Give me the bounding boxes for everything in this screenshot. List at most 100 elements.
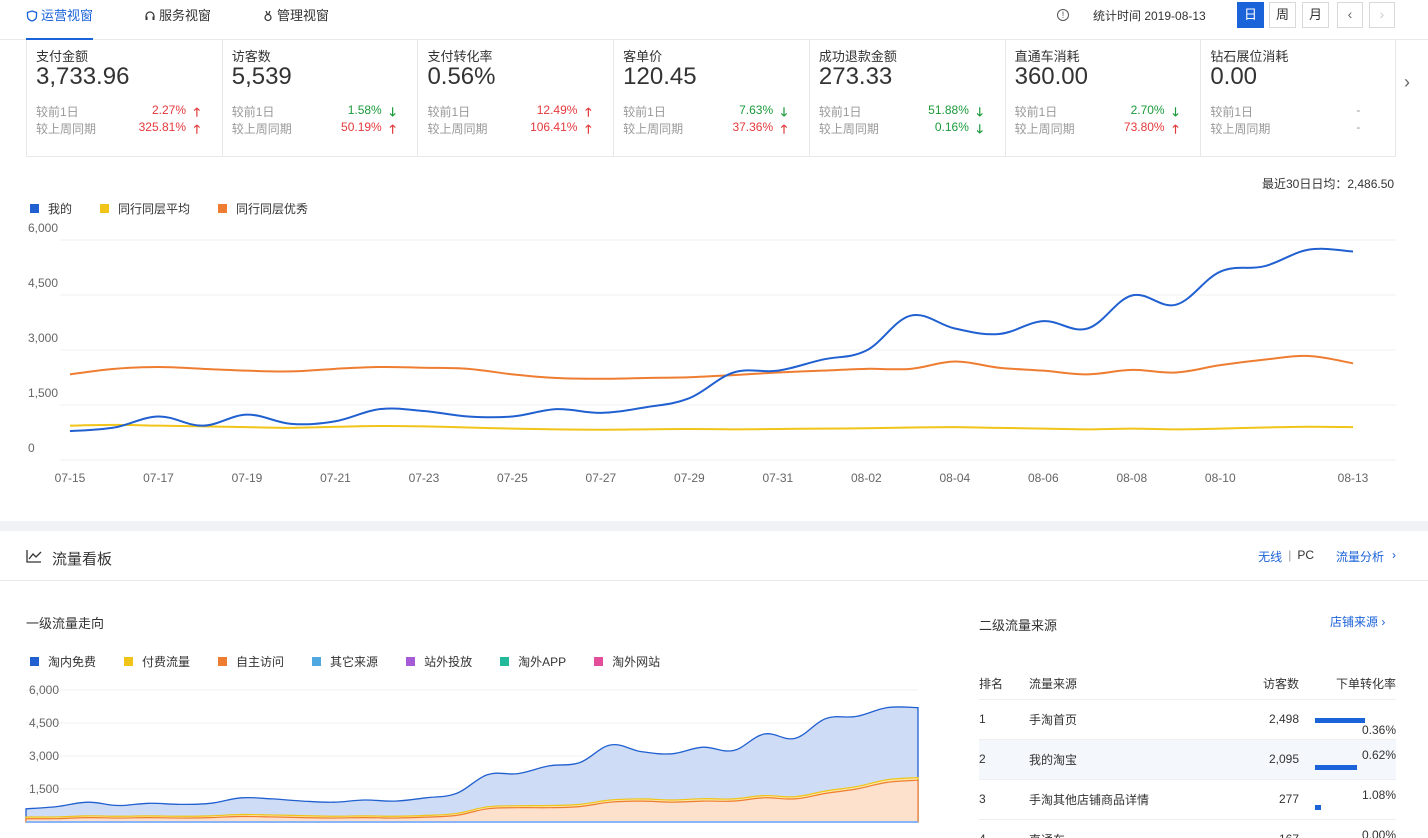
conversion-cell: 0.36%	[1299, 699, 1396, 740]
prev-date-button[interactable]: ‹	[1337, 2, 1363, 28]
compare-value: -	[1356, 103, 1361, 117]
period-week-button[interactable]: 周	[1269, 2, 1296, 28]
legend-item[interactable]: 付费流量	[124, 653, 190, 670]
x-tick-label: 08-06	[1028, 471, 1059, 485]
primary-flow-chart: 6,0004,5003,0001,5000	[25, 683, 919, 825]
metric-value: 5,539	[231, 63, 292, 90]
x-tick-label: 08-13	[1338, 471, 1369, 485]
stat-time: 统计时间 2019-08-13	[1093, 9, 1206, 23]
compare-label: 较前1日	[818, 105, 862, 119]
table-row[interactable]: 3 手淘其他店铺商品详情 277 1.08%	[979, 779, 1396, 820]
overview-panel: 支付金额 3,733.96 较前1日 2.27% 🡑 较上周同期 325.81% 🡑 访客数 5,…	[0, 40, 1428, 521]
compare-label: 较前1日	[231, 105, 275, 119]
tab-management[interactable]: 管理视窗	[262, 0, 329, 40]
legend-label: 淘外网站	[612, 655, 661, 669]
arrow-up-icon: 🡑	[193, 122, 200, 136]
secondary-source-title: 二级流量来源	[979, 618, 1058, 633]
x-tick-label: 07-15	[55, 471, 86, 485]
x-tick-label: 07-27	[586, 471, 617, 485]
table-row[interactable]: 4直通车 167 0.00%	[979, 819, 1396, 838]
y-tick-label: 4,500	[28, 276, 58, 290]
legend-label: 淘外APP	[518, 655, 567, 669]
legend-swatch	[218, 204, 228, 213]
compare-value: 7.63%	[739, 103, 774, 117]
compare-value: 12.49%	[536, 103, 578, 117]
wireless-link[interactable]: 无线	[1258, 548, 1282, 565]
arrow-up-icon: 🡑	[389, 122, 396, 136]
period-day-button[interactable]: 日	[1237, 2, 1264, 28]
legend-swatch	[30, 657, 39, 666]
link-separator: |	[1288, 548, 1292, 562]
col-rank: 排名	[979, 669, 1029, 700]
table-row[interactable]: 2 我的淘宝 2,095 0.62%	[979, 739, 1396, 780]
metric-card[interactable]: 访客数 5,539 较前1日 1.58% 🡓 较上周同期 50.19% 🡑	[223, 40, 419, 156]
compare-label: 较前1日	[1210, 105, 1253, 119]
source-cell: 手淘其他店铺商品详情	[1029, 779, 1199, 820]
info-icon[interactable]: !	[1057, 9, 1069, 21]
arrow-up-icon: 🡑	[1172, 122, 1179, 136]
metric-card[interactable]: 直通车消耗 360.00 较前1日 2.70% 🡓 较上周同期 73.80% 🡑	[1006, 40, 1202, 156]
metric-card[interactable]: 支付转化率 0.56% 较前1日 12.49% 🡑 较上周同期 106.41% 🡑	[418, 40, 615, 156]
source-cell: 直通车	[1029, 819, 1199, 838]
metric-card[interactable]: 成功退款金额 273.33 较前1日 51.88% 🡓 较上周同期 0.16% 🡓	[810, 40, 1006, 156]
top-bar: 运营视窗 服务视窗 管理视窗 ! 统计时间 2019-08-13 日 周 月 ‹…	[0, 0, 1428, 40]
medal-icon	[264, 10, 272, 22]
source-cell: 手淘首页	[1029, 699, 1199, 740]
legend-item[interactable]: 淘内免费	[30, 653, 96, 670]
x-tick-label: 08-02	[851, 471, 882, 485]
y-tick-label: 3,000	[28, 331, 58, 345]
col-source: 流量来源	[1029, 669, 1199, 700]
tab-label: 管理视窗	[277, 8, 330, 23]
tab-operations[interactable]: 运营视窗	[26, 0, 94, 40]
legend-item[interactable]: 站外投放	[406, 653, 472, 670]
compare-value: 0.16%	[934, 120, 969, 134]
line-chart-icon	[26, 550, 42, 563]
visitor-bar	[1315, 805, 1321, 810]
metric-cards: 支付金额 3,733.96 较前1日 2.27% 🡑 较上周同期 325.81% 🡑 访客数 5,…	[26, 40, 1396, 157]
primary-flow-title: 一级流量走向	[26, 616, 105, 631]
legend-item[interactable]: 淘外网站	[594, 653, 660, 670]
visitor-bar	[1315, 718, 1365, 723]
arrow-up-icon: 🡑	[585, 122, 592, 136]
payment-trend-chart: 6,000 4,500 3,000 1,500 0 07-15 07-17 07-19 07-2…	[28, 221, 1396, 485]
visitor-bar	[1315, 765, 1357, 770]
x-tick-label: 08-10	[1205, 471, 1236, 485]
shield-icon	[26, 10, 38, 22]
metric-card[interactable]: 钻石展位消耗 0.00 较前1日 - 较上周同期 -	[1201, 40, 1395, 156]
conversion-cell: 0.00%	[1299, 819, 1396, 838]
rank-cell: 2	[979, 739, 1029, 780]
next-date-button[interactable]: ›	[1369, 2, 1395, 28]
legend-swatch	[312, 657, 322, 666]
pc-link[interactable]: PC	[1297, 548, 1314, 565]
tab-service[interactable]: 服务视窗	[144, 0, 211, 40]
y-tick-label: 6,000	[28, 221, 58, 235]
metric-value: 273.33	[818, 63, 893, 90]
legend-label: 站外投放	[424, 655, 473, 669]
traffic-analysis-link[interactable]: 流量分析	[1336, 548, 1384, 565]
visitors-value: 2,095	[1268, 752, 1299, 766]
period-month-button[interactable]: 月	[1302, 2, 1329, 28]
x-tick-label: 08-08	[1116, 471, 1147, 485]
traffic-panel: 流量看板 无线 | PC 流量分析 › 一级流量走向 淘内免费 付费流量 自主访问 其…	[0, 531, 1428, 838]
compare-value: 51.88%	[928, 103, 969, 117]
table-row[interactable]: 1 手淘首页 2,498 0.36%	[979, 699, 1396, 740]
legend-item[interactable]: 淘外APP	[500, 653, 566, 670]
metric-card[interactable]: 支付金额 3,733.96 较前1日 2.27% 🡑 较上周同期 325.81% 🡑	[27, 40, 223, 156]
x-tick-label: 07-21	[320, 471, 351, 485]
visitors-cell: 277	[1199, 779, 1299, 820]
rank-cell: 1	[979, 699, 1029, 740]
compare-value: 50.19%	[341, 120, 382, 134]
legend-item[interactable]: 自主访问	[218, 653, 284, 670]
metric-card[interactable]: 客单价 120.45 较前1日 7.63% 🡓 较上周同期 37.36% 🡑	[614, 40, 810, 156]
compare-label: 较前1日	[1014, 105, 1058, 119]
compare-label: 较前1日	[623, 105, 666, 119]
metric-value: 3,733.96	[36, 63, 130, 90]
compare-label: 较上周同期	[231, 122, 292, 136]
legend-item[interactable]: 其它来源	[312, 653, 378, 670]
legend-label: 淘内免费	[48, 655, 97, 669]
metrics-next-arrow[interactable]: ›	[1404, 72, 1410, 93]
legend-label: 自主访问	[236, 655, 285, 669]
col-visitors: 访客数	[1199, 669, 1299, 700]
30day-average: 最近30日日均：2,486.50	[1262, 177, 1395, 191]
shop-source-link[interactable]: 店铺来源 ›	[1330, 613, 1385, 630]
